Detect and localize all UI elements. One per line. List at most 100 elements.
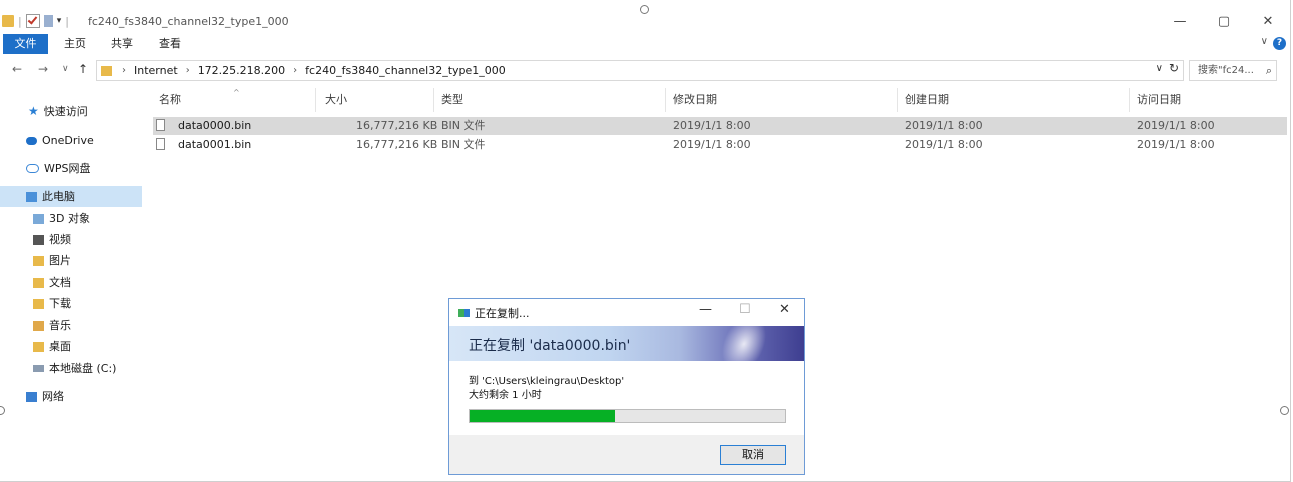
- sidebar-item-label: 网络: [42, 390, 64, 403]
- sidebar-item-documents[interactable]: 文档: [33, 272, 71, 293]
- cloud-icon: [26, 136, 37, 145]
- sidebar-item-local-disk[interactable]: 本地磁盘 (C:): [33, 358, 116, 379]
- file-created: 2019/1/1 8:00: [905, 119, 983, 132]
- column-header-modified[interactable]: 修改日期: [673, 90, 717, 110]
- dialog-banner: 正在复制 'data0000.bin': [449, 326, 804, 361]
- file-explorer-window: | ▾ | fc240_fs3840_channel32_type1_000 —…: [0, 0, 1291, 482]
- tab-file[interactable]: 文件: [3, 34, 48, 54]
- sort-ascending-icon: ^: [233, 88, 240, 97]
- sidebar-item-label: 快速访问: [43, 105, 88, 118]
- search-input[interactable]: 搜索"fc24... ⌕: [1189, 60, 1277, 81]
- column-divider[interactable]: [665, 88, 666, 112]
- banner-highlight: [713, 326, 775, 361]
- qat-dropdown-icon[interactable]: ▾: [57, 16, 62, 26]
- column-header-size[interactable]: 大小: [325, 90, 347, 110]
- file-accessed: 2019/1/1 8:00: [1137, 138, 1215, 151]
- dialog-title: 正在复制...: [475, 307, 530, 320]
- address-bar[interactable]: › Internet › 172.25.218.200 › fc240_fs38…: [96, 60, 1184, 81]
- file-modified: 2019/1/1 8:00: [673, 138, 751, 151]
- column-divider[interactable]: [1129, 88, 1130, 112]
- address-actions: ∨ ↻: [1156, 61, 1179, 75]
- properties-icon[interactable]: [25, 14, 40, 28]
- close-button[interactable]: ✕: [1246, 10, 1290, 34]
- tab-share[interactable]: 共享: [111, 34, 133, 54]
- column-header-label: 名称: [159, 93, 181, 106]
- chevron-right-icon[interactable]: ›: [186, 65, 190, 76]
- forward-icon[interactable]: →: [38, 62, 48, 76]
- sidebar-item-3d-objects[interactable]: 3D 对象: [33, 208, 90, 229]
- music-folder-icon: [33, 320, 44, 331]
- up-icon[interactable]: ↑: [78, 62, 88, 76]
- back-icon[interactable]: ←: [12, 62, 22, 76]
- drive-icon: [33, 365, 44, 372]
- qat-separator: |: [65, 14, 69, 28]
- navigation-bar: ← → ∨ ↑ › Internet › 172.25.218.200 › fc…: [0, 58, 1290, 84]
- copy-progress-dialog: 正在复制... — ☐ ✕ 正在复制 'data0000.bin' 到 'C:\…: [448, 298, 805, 475]
- help-icon[interactable]: ?: [1273, 37, 1286, 50]
- copy-icon: [458, 309, 470, 317]
- copy-heading: 正在复制 'data0000.bin': [469, 338, 631, 354]
- search-icon[interactable]: ⌕: [1266, 61, 1272, 80]
- maximize-button[interactable]: ▢: [1202, 10, 1246, 34]
- qat-separator: |: [18, 14, 22, 28]
- tab-home[interactable]: 主页: [64, 34, 86, 54]
- folder-icon: [2, 15, 14, 27]
- file-icon: [156, 138, 165, 150]
- breadcrumb-internet[interactable]: Internet: [134, 64, 178, 77]
- recent-locations-icon[interactable]: ∨: [62, 64, 69, 74]
- sidebar-item-desktop[interactable]: 桌面: [33, 336, 71, 357]
- folder-icon: [101, 65, 112, 76]
- pictures-folder-icon: [33, 255, 44, 266]
- sidebar-item-pictures[interactable]: 图片: [33, 250, 71, 271]
- sidebar-item-label: 3D 对象: [49, 212, 90, 225]
- sidebar-item-this-pc[interactable]: 此电脑: [0, 186, 142, 207]
- file-type: BIN 文件: [441, 119, 486, 132]
- sidebar-item-downloads[interactable]: 下载: [33, 293, 71, 314]
- column-divider[interactable]: [897, 88, 898, 112]
- column-divider[interactable]: [315, 88, 316, 112]
- breadcrumb-folder[interactable]: fc240_fs3840_channel32_type1_000: [305, 64, 506, 77]
- sidebar-item-label: 文档: [49, 276, 71, 289]
- downloads-folder-icon: [33, 298, 44, 309]
- column-header-type[interactable]: 类型: [441, 90, 463, 110]
- expand-ribbon-icon[interactable]: ∨: [1261, 36, 1268, 47]
- sidebar-item-onedrive[interactable]: OneDrive: [26, 130, 94, 151]
- copy-destination: 到 'C:\Users\kleingrau\Desktop': [469, 376, 625, 387]
- refresh-icon[interactable]: ↻: [1169, 61, 1179, 75]
- cancel-button[interactable]: 取消: [720, 445, 786, 465]
- file-created: 2019/1/1 8:00: [905, 138, 983, 151]
- chevron-right-icon[interactable]: ›: [293, 65, 297, 76]
- sidebar-item-label: 此电脑: [42, 190, 75, 203]
- breadcrumb-host[interactable]: 172.25.218.200: [198, 64, 285, 77]
- dialog-minimize-button[interactable]: —: [699, 302, 712, 317]
- sidebar-item-wps[interactable]: WPS网盘: [26, 158, 91, 179]
- column-header-accessed[interactable]: 访问日期: [1137, 90, 1181, 110]
- tab-view[interactable]: 查看: [159, 34, 181, 54]
- 3d-objects-icon: [33, 213, 44, 224]
- desktop-folder-icon: [33, 341, 44, 352]
- sidebar-item-videos[interactable]: 视频: [33, 229, 71, 250]
- sidebar-item-quick-access[interactable]: ★ 快速访问: [28, 101, 88, 122]
- sidebar-item-network[interactable]: 网络: [26, 386, 64, 407]
- file-icon: [156, 119, 165, 131]
- column-header-created[interactable]: 创建日期: [905, 90, 949, 110]
- computer-icon: [26, 191, 37, 202]
- address-dropdown-icon[interactable]: ∨: [1156, 63, 1163, 75]
- dialog-maximize-button: ☐: [739, 302, 751, 317]
- dialog-close-button[interactable]: ✕: [779, 302, 790, 317]
- file-modified: 2019/1/1 8:00: [673, 119, 751, 132]
- network-icon: [26, 391, 37, 402]
- progress-bar: [469, 409, 786, 423]
- table-row[interactable]: data0000.bin 16,777,216 KB BIN 文件 2019/1…: [153, 117, 1287, 135]
- sidebar-item-label: 音乐: [49, 319, 71, 332]
- sidebar-item-music[interactable]: 音乐: [33, 315, 71, 336]
- new-folder-icon[interactable]: [43, 15, 53, 27]
- table-row[interactable]: data0001.bin 16,777,216 KB BIN 文件 2019/1…: [153, 136, 1287, 154]
- sidebar-item-label: OneDrive: [42, 134, 94, 147]
- resize-handle-top[interactable]: [640, 5, 649, 14]
- minimize-button[interactable]: —: [1158, 10, 1202, 34]
- time-remaining: 大约剩余 1 小时: [469, 390, 542, 401]
- resize-handle-right[interactable]: [1280, 406, 1289, 415]
- column-divider[interactable]: [433, 88, 434, 112]
- column-header-name[interactable]: 名称 ^: [159, 88, 240, 110]
